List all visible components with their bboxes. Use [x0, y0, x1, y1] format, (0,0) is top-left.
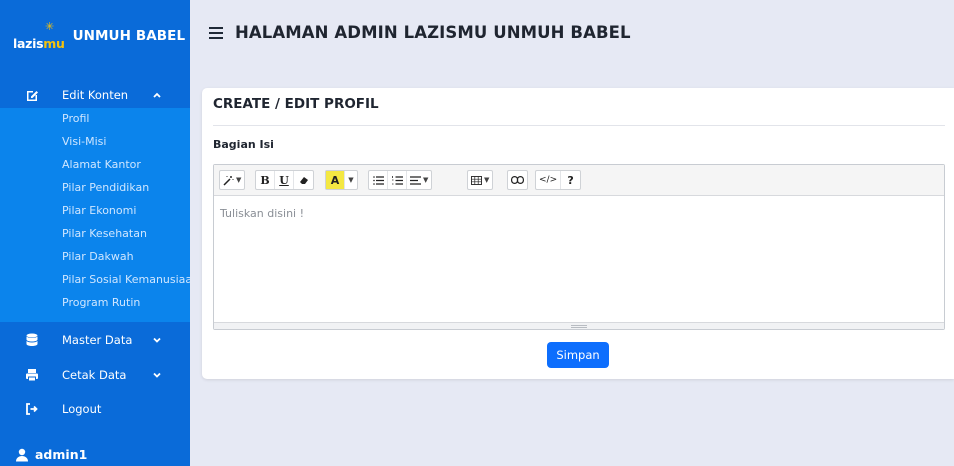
cetak-data-label: Cetak Data [62, 368, 127, 382]
divider [213, 125, 945, 126]
sidebar-item-edit-konten[interactable]: Edit Konten [0, 84, 190, 106]
sidebar-item-logout[interactable]: Logout [0, 398, 190, 420]
list-ol-icon [391, 175, 403, 185]
bold-button[interactable]: B [256, 171, 275, 189]
rich-text-editor: ▼ B U A ▼ ▼ ▼ </> ? Tuliskan disini ! [213, 164, 945, 330]
topbar: HALAMAN ADMIN LAZISMU UNMUH BABEL [190, 0, 954, 72]
edit-konten-submenu: Profil Visi-Misi Alamat Kantor Pilar Pen… [0, 108, 190, 322]
brand-name: UNMUH BABEL [72, 28, 186, 44]
logout-label: Logout [62, 402, 102, 416]
edit-icon [25, 88, 39, 102]
toolbar-style-group: ▼ [219, 170, 246, 190]
logout-icon [25, 402, 39, 416]
user-account[interactable]: admin1 [15, 447, 87, 462]
star-icon: ✳ [45, 20, 55, 33]
submenu-item-visi-misi[interactable]: Visi-Misi [62, 135, 106, 148]
toolbar-color-group: A ▼ [325, 170, 358, 190]
sidebar-item-master-data[interactable]: Master Data [0, 329, 190, 351]
submenu-item-program-rutin[interactable]: Program Rutin [62, 296, 140, 309]
list-ul-icon [372, 175, 384, 185]
section-label: Bagian Isi [213, 138, 274, 151]
profile-card: CREATE / EDIT PROFIL Bagian Isi ▼ B U A … [202, 88, 954, 379]
edit-konten-label: Edit Konten [62, 88, 129, 102]
eraser-icon [299, 177, 308, 184]
code-view-button[interactable]: </> [536, 171, 562, 189]
menu-toggle-icon[interactable] [209, 27, 223, 39]
sidebar-item-cetak-data[interactable]: Cetak Data [0, 364, 190, 386]
submenu-item-pilar-kesehatan[interactable]: Pilar Kesehatan [62, 227, 147, 240]
chevron-up-icon [153, 92, 161, 98]
editor-resize-handle[interactable] [214, 322, 944, 329]
toolbar-para-group: ▼ [368, 170, 433, 190]
database-icon [25, 333, 39, 347]
magic-wand-icon [223, 175, 234, 186]
submenu-item-pilar-dakwah[interactable]: Pilar Dakwah [62, 250, 134, 263]
font-color-button[interactable]: A [326, 171, 345, 189]
submenu-item-pilar-sosial[interactable]: Pilar Sosial Kemanusiaan [62, 273, 190, 286]
sidebar: ✳ lazismu UNMUH BABEL Edit Konten Profil… [0, 0, 190, 466]
table-icon [471, 175, 482, 185]
printer-icon [25, 368, 39, 382]
submenu-item-pilar-pendidikan[interactable]: Pilar Pendidikan [62, 181, 149, 194]
master-data-label: Master Data [62, 333, 133, 347]
eraser-button[interactable] [294, 171, 313, 189]
unordered-list-button[interactable] [369, 171, 388, 189]
lazismu-logo: ✳ lazismu [13, 20, 65, 51]
chevron-down-icon [153, 337, 161, 343]
page-title: HALAMAN ADMIN LAZISMU UNMUH BABEL [235, 23, 631, 42]
table-button[interactable]: ▼ [468, 171, 492, 189]
help-button[interactable]: ? [561, 171, 580, 189]
link-button[interactable] [508, 171, 527, 189]
submenu-item-alamat-kantor[interactable]: Alamat Kantor [62, 158, 141, 171]
submenu-item-profil[interactable]: Profil [62, 112, 89, 125]
link-icon [511, 176, 524, 184]
chevron-down-icon [153, 372, 161, 378]
ordered-list-button[interactable] [388, 171, 407, 189]
paragraph-align-button[interactable]: ▼ [407, 171, 431, 189]
submenu-item-pilar-ekonomi[interactable]: Pilar Ekonomi [62, 204, 136, 217]
color-dropdown-button[interactable]: ▼ [345, 171, 357, 189]
toolbar-insert-group [507, 170, 528, 190]
card-title: CREATE / EDIT PROFIL [213, 96, 379, 112]
editor-placeholder[interactable]: Tuliskan disini ! [220, 207, 304, 220]
toolbar-view-group: </> ? [535, 170, 582, 190]
toolbar-font-group: B U [255, 170, 314, 190]
brand[interactable]: ✳ lazismu UNMUH BABEL [0, 0, 190, 72]
user-name: admin1 [35, 447, 88, 462]
save-button[interactable]: Simpan [547, 342, 609, 368]
underline-button[interactable]: U [275, 171, 294, 189]
magic-style-button[interactable]: ▼ [220, 171, 244, 189]
toolbar-table-group: ▼ [467, 170, 494, 190]
user-icon [16, 448, 28, 461]
editor-toolbar: ▼ B U A ▼ ▼ ▼ </> ? [214, 165, 944, 196]
align-icon [410, 175, 421, 185]
